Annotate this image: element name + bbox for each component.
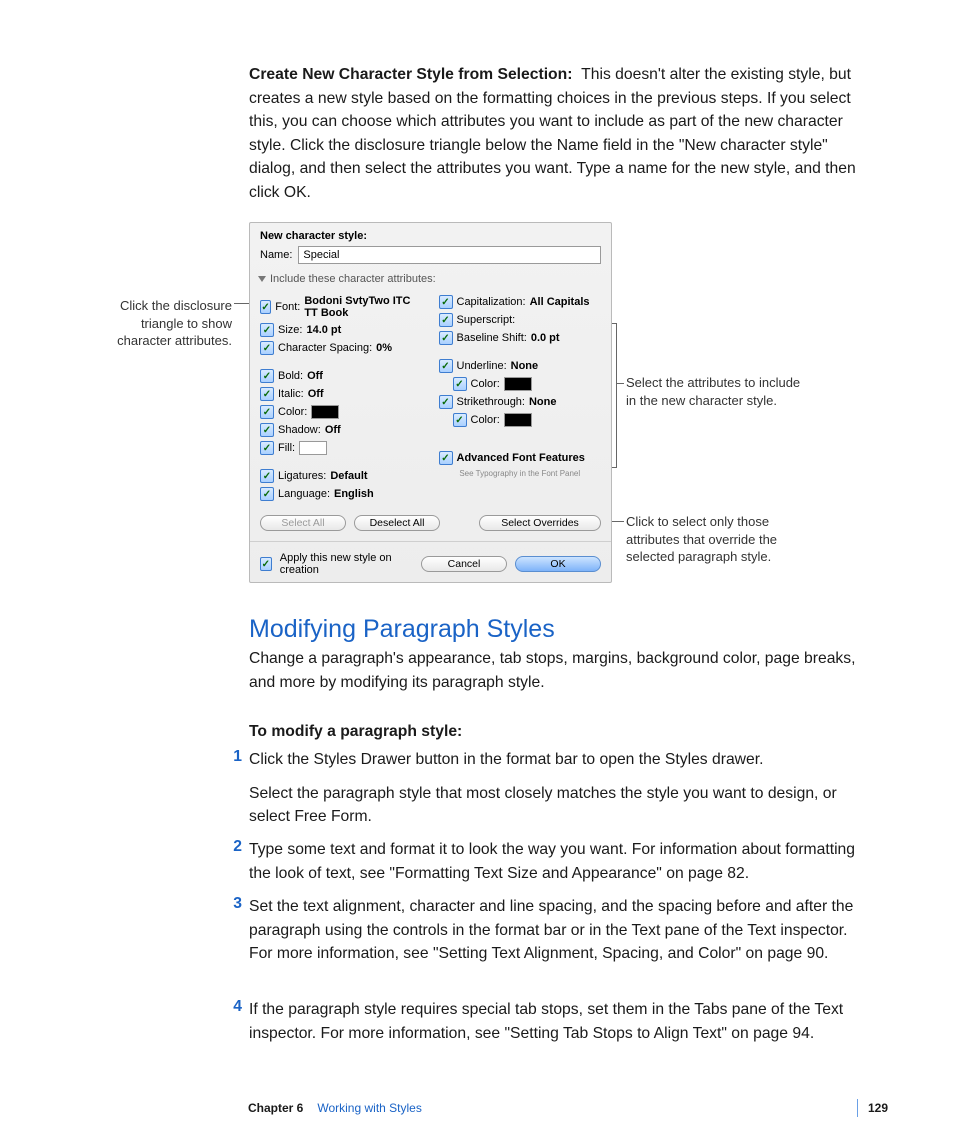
intro-bold: Create New Character Style from Selectio… xyxy=(249,66,572,83)
step-1: 1 Click the Styles Drawer button in the … xyxy=(224,748,864,829)
checkbox-icon[interactable]: ✓ xyxy=(453,413,467,427)
attr-advanced[interactable]: ✓Advanced Font Features xyxy=(439,451,602,465)
deselect-all-button[interactable]: Deselect All xyxy=(354,515,440,531)
step-number: 2 xyxy=(224,838,242,856)
checkbox-icon[interactable]: ✓ xyxy=(260,423,274,437)
checkbox-icon[interactable]: ✓ xyxy=(439,295,453,309)
step-3: 3 Set the text alignment, character and … xyxy=(224,895,864,966)
attr-col-right: ✓Capitalization: All Capitals ✓Superscri… xyxy=(439,295,602,501)
step-text: Type some text and format it to look the… xyxy=(249,838,864,885)
checkbox-icon[interactable]: ✓ xyxy=(260,387,274,401)
attr-ligatures[interactable]: ✓Ligatures: Default xyxy=(260,469,423,483)
name-input[interactable] xyxy=(298,246,601,264)
step-number: 4 xyxy=(224,998,242,1016)
disclosure-label: Include these character attributes: xyxy=(270,273,436,285)
color-swatch xyxy=(504,377,532,391)
checkbox-icon[interactable]: ✓ xyxy=(453,377,467,391)
attr-bold[interactable]: ✓Bold: Off xyxy=(260,369,423,383)
step-text: Set the text alignment, character and li… xyxy=(249,895,864,966)
attr-size[interactable]: ✓Size: 14.0 pt xyxy=(260,323,423,337)
callout-select-attrs: Select the attributes to include in the … xyxy=(626,374,806,409)
checkbox-icon[interactable]: ✓ xyxy=(260,369,274,383)
checkbox-icon[interactable]: ✓ xyxy=(260,405,274,419)
attr-fill[interactable]: ✓Fill: xyxy=(260,441,423,455)
attr-superscript[interactable]: ✓Superscript: xyxy=(439,313,602,327)
checkbox-icon[interactable]: ✓ xyxy=(439,451,453,465)
section-lead: Change a paragraph's appearance, tab sto… xyxy=(249,647,863,694)
attr-charspacing[interactable]: ✓Character Spacing: 0% xyxy=(260,341,423,355)
dialog-title: New character style: xyxy=(250,223,611,246)
chapter-title: Working with Styles xyxy=(317,1101,421,1115)
name-label: Name: xyxy=(260,249,292,261)
attr-col-left: ✓Font: Bodoni SvtyTwo ITC TT Book ✓Size:… xyxy=(260,295,423,501)
select-overrides-button[interactable]: Select Overrides xyxy=(479,515,601,531)
attr-strike-color[interactable]: ✓Color: xyxy=(453,413,602,427)
fill-swatch xyxy=(299,441,327,455)
section-subhead: To modify a paragraph style: xyxy=(249,723,462,741)
step-4: 4 If the paragraph style requires specia… xyxy=(224,998,864,1045)
new-char-style-dialog: New character style: Name: Include these… xyxy=(249,222,612,583)
page-footer: Chapter 6 Working with Styles 129 xyxy=(248,1099,888,1117)
ok-button[interactable]: OK xyxy=(515,556,601,572)
attr-font[interactable]: ✓Font: Bodoni SvtyTwo ITC TT Book xyxy=(260,295,423,319)
divider xyxy=(250,541,611,542)
callout-disclosure: Click the disclosure triangle to show ch… xyxy=(92,297,232,350)
attr-capitalization[interactable]: ✓Capitalization: All Capitals xyxy=(439,295,602,309)
callout-line xyxy=(616,383,624,384)
step-number: 3 xyxy=(224,895,242,913)
attr-language[interactable]: ✓Language: English xyxy=(260,487,423,501)
section-heading: Modifying Paragraph Styles xyxy=(249,615,555,644)
checkbox-icon[interactable]: ✓ xyxy=(260,300,271,314)
intro-paragraph: Create New Character Style from Selectio… xyxy=(249,63,863,204)
step-text: Click the Styles Drawer button in the fo… xyxy=(249,748,864,772)
callout-overrides: Click to select only those attributes th… xyxy=(626,513,826,566)
advanced-note: See Typography in the Font Panel xyxy=(439,469,602,478)
attr-underline-color[interactable]: ✓Color: xyxy=(453,377,602,391)
checkbox-icon[interactable]: ✓ xyxy=(260,323,274,337)
attr-italic[interactable]: ✓Italic: Off xyxy=(260,387,423,401)
chapter-label: Chapter 6 xyxy=(248,1101,303,1115)
cancel-button[interactable]: Cancel xyxy=(421,556,507,572)
document-page: Create New Character Style from Selectio… xyxy=(0,0,954,1145)
checkbox-icon[interactable]: ✓ xyxy=(439,359,453,373)
checkbox-icon[interactable]: ✓ xyxy=(439,395,453,409)
disclosure-toggle[interactable]: Include these character attributes: xyxy=(250,270,611,291)
checkbox-icon[interactable]: ✓ xyxy=(260,469,274,483)
step-text: If the paragraph style requires special … xyxy=(249,998,864,1045)
step-2: 2 Type some text and format it to look t… xyxy=(224,838,864,885)
attr-baseline[interactable]: ✓Baseline Shift: 0.0 pt xyxy=(439,331,602,345)
select-all-button[interactable]: Select All xyxy=(260,515,346,531)
attr-underline[interactable]: ✓Underline: None xyxy=(439,359,602,373)
apply-label: Apply this new style on creation xyxy=(280,552,405,576)
page-number: 129 xyxy=(868,1101,888,1115)
color-swatch xyxy=(311,405,339,419)
step-text: Select the paragraph style that most clo… xyxy=(249,782,864,829)
footer-divider xyxy=(857,1099,858,1117)
color-swatch xyxy=(504,413,532,427)
step-number: 1 xyxy=(224,748,242,766)
attr-color[interactable]: ✓Color: xyxy=(260,405,423,419)
checkbox-icon[interactable]: ✓ xyxy=(260,441,274,455)
apply-checkbox[interactable]: ✓ xyxy=(260,557,272,571)
checkbox-icon[interactable]: ✓ xyxy=(439,331,453,345)
attr-strike[interactable]: ✓Strikethrough: None xyxy=(439,395,602,409)
intro-text: This doesn't alter the existing style, b… xyxy=(249,66,856,201)
chevron-down-icon xyxy=(258,276,266,282)
checkbox-icon[interactable]: ✓ xyxy=(260,341,274,355)
attr-shadow[interactable]: ✓Shadow: Off xyxy=(260,423,423,437)
checkbox-icon[interactable]: ✓ xyxy=(260,487,274,501)
checkbox-icon[interactable]: ✓ xyxy=(439,313,453,327)
